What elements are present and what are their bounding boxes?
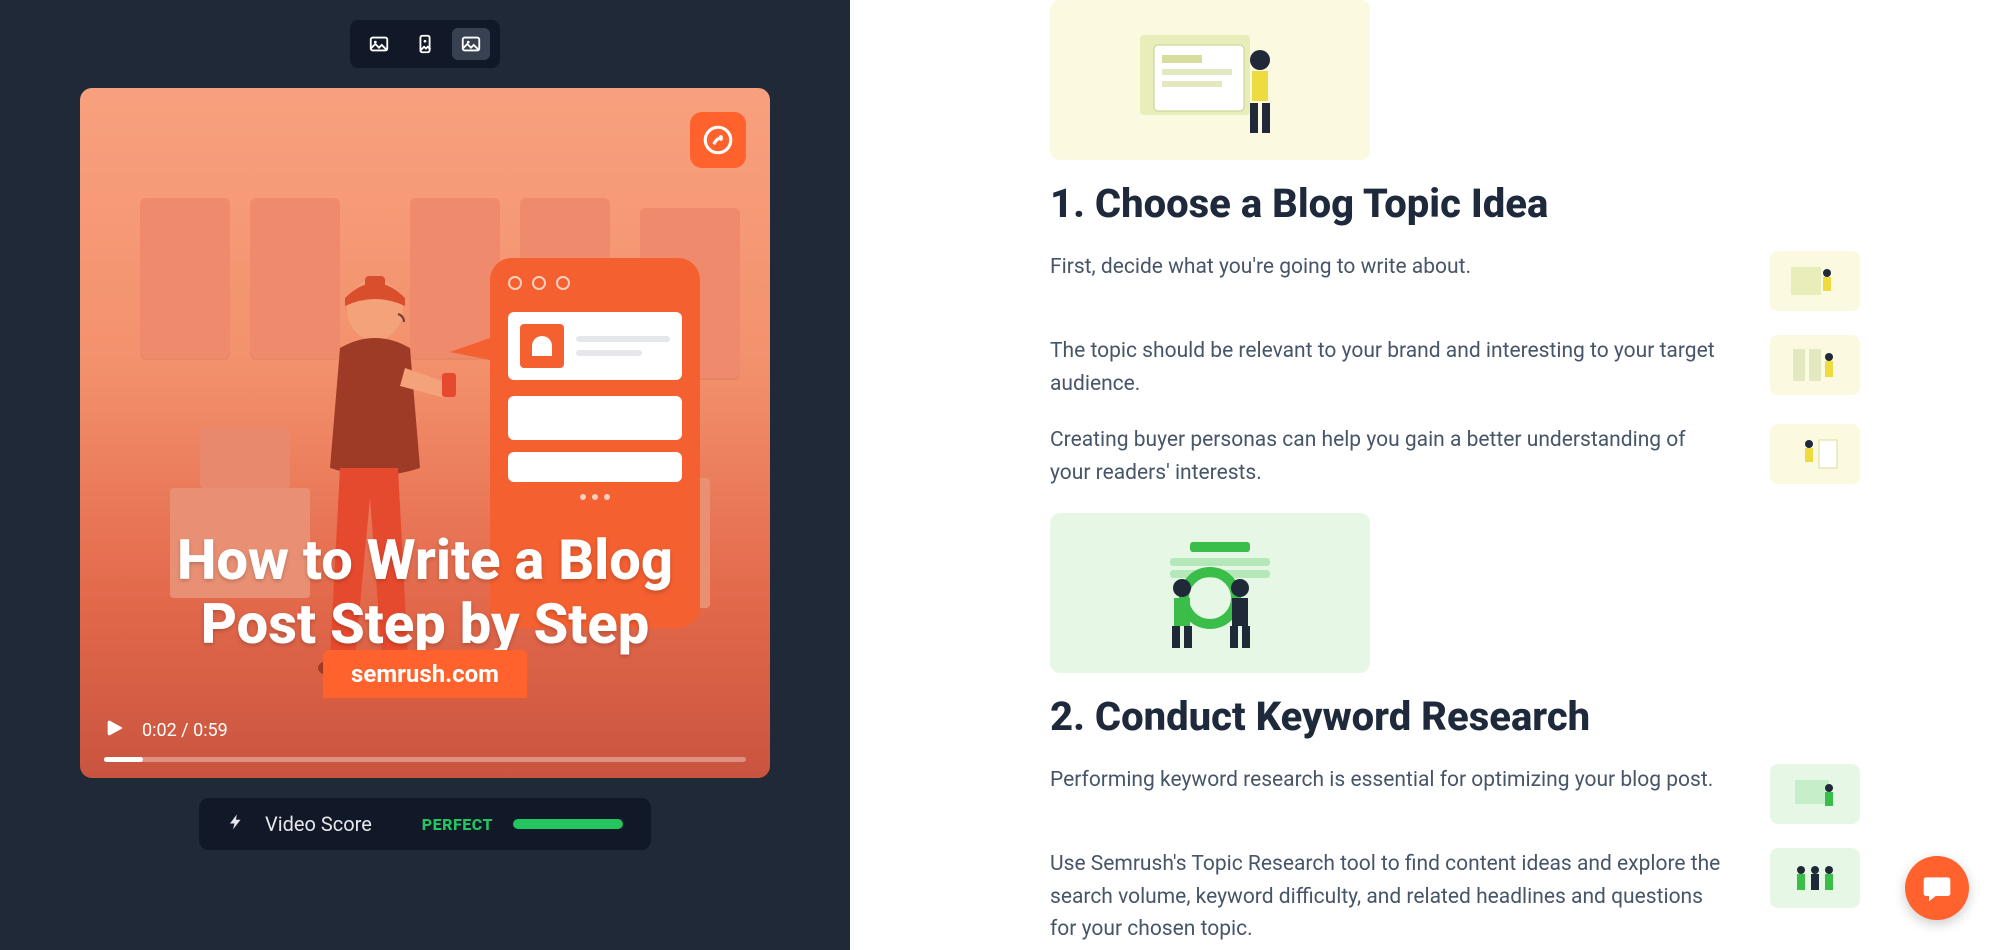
video-watermark: semrush.com: [323, 650, 527, 698]
paragraph-thumbnail[interactable]: [1770, 764, 1860, 824]
bolt-icon: [227, 813, 245, 835]
paragraph-thumbnail[interactable]: [1770, 335, 1860, 395]
video-timestamp: 0:02 / 0:59: [142, 720, 228, 741]
paragraph-text: Performing keyword research is essential…: [1050, 764, 1730, 797]
format-portrait-button[interactable]: [406, 28, 444, 60]
duration: 0:59: [193, 720, 228, 741]
paragraph-text: Creating buyer personas can help you gai…: [1050, 424, 1730, 489]
format-landscape-button[interactable]: [452, 28, 490, 60]
paragraph-row: Creating buyer personas can help you gai…: [1050, 424, 1939, 489]
video-editor-panel: How to Write a Blog Post Step by Step se…: [0, 0, 850, 950]
video-controls: 0:02 / 0:59: [80, 717, 770, 778]
chat-widget-button[interactable]: [1905, 856, 1969, 920]
format-toolbar: [350, 20, 500, 68]
section-illustration: [1050, 513, 1370, 673]
play-button[interactable]: [104, 717, 126, 743]
section-heading: 1. Choose a Blog Topic Idea: [1050, 180, 1939, 227]
paragraph-thumbnail[interactable]: [1770, 848, 1860, 908]
paragraph-text: Use Semrush's Topic Research tool to fin…: [1050, 848, 1730, 946]
score-value: PERFECT: [422, 815, 493, 834]
current-time: 0:02: [142, 720, 177, 741]
paragraph-thumbnail[interactable]: [1770, 424, 1860, 484]
article-panel[interactable]: 1. Choose a Blog Topic Idea First, decid…: [850, 0, 1999, 950]
paragraph-row: First, decide what you're going to write…: [1050, 251, 1939, 311]
paragraph-row: Performing keyword research is essential…: [1050, 764, 1939, 824]
video-preview[interactable]: How to Write a Blog Post Step by Step se…: [80, 88, 770, 778]
video-title: How to Write a Blog Post Step by Step: [80, 528, 770, 657]
paragraph-text: First, decide what you're going to write…: [1050, 251, 1730, 284]
paragraph-thumbnail[interactable]: [1770, 251, 1860, 311]
section-heading: 2. Conduct Keyword Research: [1050, 693, 1939, 740]
score-label: Video Score: [265, 812, 372, 836]
paragraph-row: Use Semrush's Topic Research tool to fin…: [1050, 848, 1939, 946]
paragraph-row: The topic should be relevant to your bra…: [1050, 335, 1939, 400]
score-bar: [513, 819, 623, 829]
video-progress[interactable]: [104, 757, 746, 762]
format-image-button[interactable]: [360, 28, 398, 60]
paragraph-text: The topic should be relevant to your bra…: [1050, 335, 1730, 400]
section-illustration: [1050, 0, 1370, 160]
brand-logo-icon: [690, 112, 746, 168]
video-score-pill: Video Score PERFECT: [199, 798, 651, 850]
